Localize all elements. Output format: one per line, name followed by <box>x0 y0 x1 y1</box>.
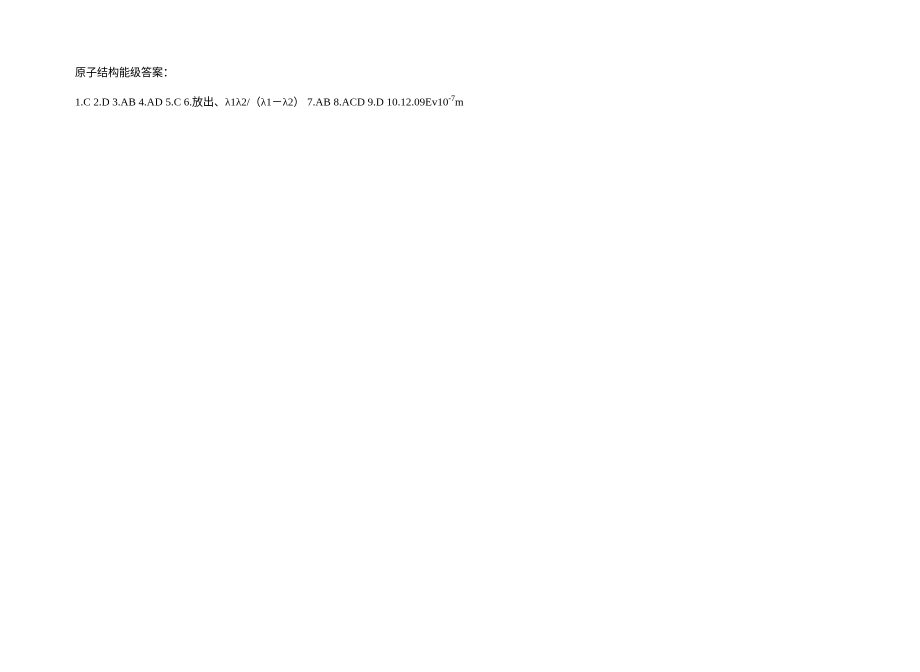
answer-text-part1: 1.C 2.D 3.AB 4.AD 5.C 6.放出、λ1λ2/（λ1－λ2） … <box>75 96 448 108</box>
answer-text-part2: m <box>455 96 464 108</box>
answer-exponent: -7 <box>448 94 455 103</box>
answer-line: 1.C 2.D 3.AB 4.AD 5.C 6.放出、λ1λ2/（λ1－λ2） … <box>75 92 845 113</box>
document-title: 原子结构能级答案： <box>75 64 845 84</box>
